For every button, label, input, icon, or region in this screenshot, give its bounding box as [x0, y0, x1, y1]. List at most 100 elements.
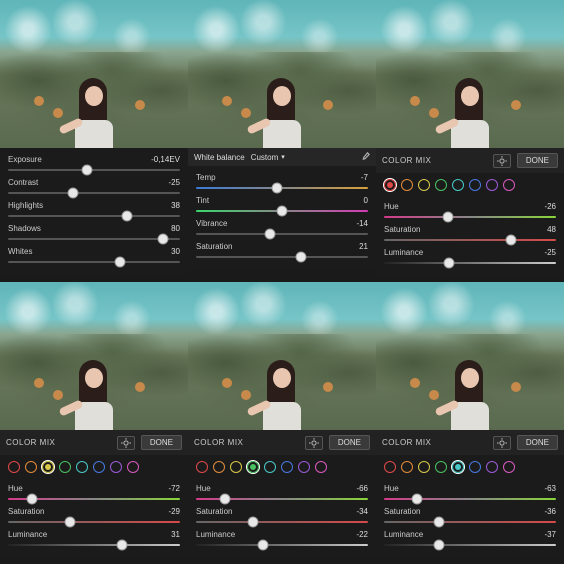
swatch-purple[interactable] — [110, 461, 122, 473]
slider-saturation[interactable] — [384, 235, 556, 245]
slider-saturation[interactable] — [196, 517, 368, 527]
slider-hue[interactable] — [384, 494, 556, 504]
swatch-aqua[interactable] — [452, 179, 464, 191]
done-button[interactable]: DONE — [517, 435, 558, 450]
swatch-yellow[interactable] — [418, 461, 430, 473]
swatch-orange[interactable] — [213, 461, 225, 473]
slider-hue[interactable] — [196, 494, 368, 504]
done-button[interactable]: DONE — [329, 435, 370, 450]
target-adjust-icon[interactable] — [305, 436, 323, 450]
slider-label: Whites — [8, 247, 32, 256]
preview-photo — [376, 0, 564, 148]
swatch-orange[interactable] — [25, 461, 37, 473]
color-mix-header: COLOR MIX DONE — [0, 430, 188, 455]
slider-saturation[interactable] — [384, 517, 556, 527]
target-adjust-icon[interactable] — [117, 436, 135, 450]
slider-value: 30 — [171, 247, 180, 256]
color-mix-title: COLOR MIX — [382, 156, 431, 165]
slider-value: -36 — [544, 507, 556, 516]
slider-luminance[interactable] — [196, 540, 368, 550]
slider-temp[interactable] — [196, 183, 368, 193]
swatch-purple[interactable] — [486, 179, 498, 191]
slider-label: Luminance — [196, 530, 235, 539]
color-swatches — [0, 455, 188, 477]
swatch-yellow[interactable] — [418, 179, 430, 191]
swatch-aqua[interactable] — [264, 461, 276, 473]
slider-label: Vibrance — [196, 219, 227, 228]
swatch-orange[interactable] — [401, 179, 413, 191]
preview-photo — [376, 282, 564, 430]
slider-label: Saturation — [8, 507, 44, 516]
color-swatches — [188, 455, 376, 477]
slider-whites[interactable] — [8, 257, 180, 267]
slider-highlights[interactable] — [8, 211, 180, 221]
slider-label: Saturation — [196, 507, 232, 516]
swatch-blue[interactable] — [469, 461, 481, 473]
slider-label: Saturation — [384, 507, 420, 516]
done-button[interactable]: DONE — [517, 153, 558, 168]
color-swatches — [376, 455, 564, 477]
slider-value: -22 — [356, 530, 368, 539]
swatch-blue[interactable] — [93, 461, 105, 473]
slider-label: Hue — [384, 484, 399, 493]
slider-contrast[interactable] — [8, 188, 180, 198]
preview-photo — [188, 0, 376, 148]
swatch-magenta[interactable] — [127, 461, 139, 473]
swatch-orange[interactable] — [401, 461, 413, 473]
swatch-purple[interactable] — [486, 461, 498, 473]
swatch-blue[interactable] — [281, 461, 293, 473]
slider-value: 0 — [364, 196, 368, 205]
slider-shadows[interactable] — [8, 234, 180, 244]
slider-value: 80 — [171, 224, 180, 233]
slider-exposure[interactable] — [8, 165, 180, 175]
slider-label: Shadows — [8, 224, 41, 233]
swatch-aqua[interactable] — [76, 461, 88, 473]
slider-value: -14 — [356, 219, 368, 228]
slider-value: -34 — [356, 507, 368, 516]
panel-0: Exposure -0,14EV Contrast -25 Highlights… — [0, 0, 188, 282]
swatch-green[interactable] — [247, 461, 259, 473]
swatch-purple[interactable] — [298, 461, 310, 473]
slider-value: 31 — [171, 530, 180, 539]
slider-label: Luminance — [8, 530, 47, 539]
swatch-red[interactable] — [384, 179, 396, 191]
done-button[interactable]: DONE — [141, 435, 182, 450]
swatch-red[interactable] — [196, 461, 208, 473]
slider-saturation[interactable] — [196, 252, 368, 262]
slider-value: -26 — [544, 202, 556, 211]
slider-luminance[interactable] — [384, 258, 556, 268]
color-mix-title: COLOR MIX — [382, 438, 431, 447]
target-adjust-icon[interactable] — [493, 436, 511, 450]
slider-hue[interactable] — [8, 494, 180, 504]
slider-label: Hue — [196, 484, 211, 493]
slider-luminance[interactable] — [384, 540, 556, 550]
wb-mode-dropdown[interactable]: Custom ▾ — [251, 153, 285, 162]
swatch-red[interactable] — [384, 461, 396, 473]
swatch-green[interactable] — [59, 461, 71, 473]
slider-luminance[interactable] — [8, 540, 180, 550]
swatch-magenta[interactable] — [315, 461, 327, 473]
swatch-yellow[interactable] — [42, 461, 54, 473]
swatch-green[interactable] — [435, 179, 447, 191]
swatch-magenta[interactable] — [503, 179, 515, 191]
swatch-aqua[interactable] — [452, 461, 464, 473]
swatch-magenta[interactable] — [503, 461, 515, 473]
target-adjust-icon[interactable] — [493, 154, 511, 168]
eyedropper-icon[interactable] — [360, 152, 370, 162]
slider-hue[interactable] — [384, 212, 556, 222]
swatch-yellow[interactable] — [230, 461, 242, 473]
slider-value: 38 — [171, 201, 180, 210]
white-balance-header: White balance Custom ▾ — [188, 148, 376, 166]
slider-label: Saturation — [196, 242, 232, 251]
slider-value: -25 — [168, 178, 180, 187]
swatch-green[interactable] — [435, 461, 447, 473]
color-mix-header: COLOR MIX DONE — [376, 430, 564, 455]
slider-tint[interactable] — [196, 206, 368, 216]
swatch-blue[interactable] — [469, 179, 481, 191]
color-swatches — [376, 173, 564, 195]
color-mix-header: COLOR MIX DONE — [188, 430, 376, 455]
slider-saturation[interactable] — [8, 517, 180, 527]
slider-vibrance[interactable] — [196, 229, 368, 239]
swatch-red[interactable] — [8, 461, 20, 473]
slider-value: 48 — [547, 225, 556, 234]
